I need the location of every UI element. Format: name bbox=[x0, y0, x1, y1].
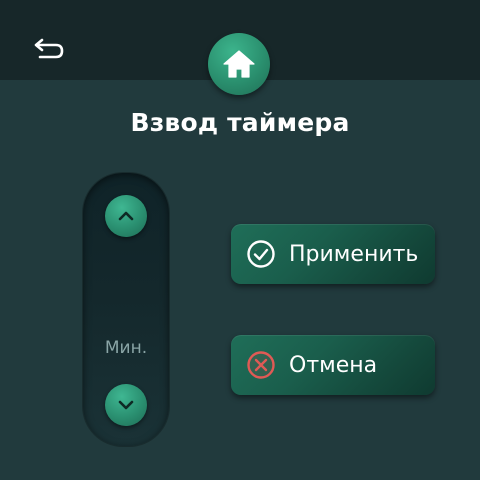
decrement-button[interactable] bbox=[105, 384, 147, 426]
home-button[interactable] bbox=[208, 33, 270, 95]
apply-label: Применить bbox=[289, 241, 419, 267]
apply-button[interactable]: Применить bbox=[231, 224, 435, 284]
cancel-button[interactable]: Отмена bbox=[231, 335, 435, 395]
minutes-stepper: Мин. bbox=[83, 173, 169, 446]
back-button[interactable] bbox=[28, 28, 72, 72]
cancel-circle-icon bbox=[245, 349, 277, 381]
minutes-label: Мин. bbox=[104, 338, 148, 358]
chevron-up-icon bbox=[118, 211, 134, 221]
home-icon bbox=[223, 50, 255, 78]
increment-button[interactable] bbox=[105, 195, 147, 237]
cancel-label: Отмена bbox=[289, 352, 378, 378]
check-circle-icon bbox=[245, 238, 277, 270]
back-arrow-icon bbox=[34, 38, 64, 59]
page-title: Взвод таймера bbox=[130, 108, 350, 137]
chevron-down-icon bbox=[118, 400, 134, 410]
timer-screen: Взвод таймера Мин. Применить Отмена bbox=[0, 0, 480, 480]
